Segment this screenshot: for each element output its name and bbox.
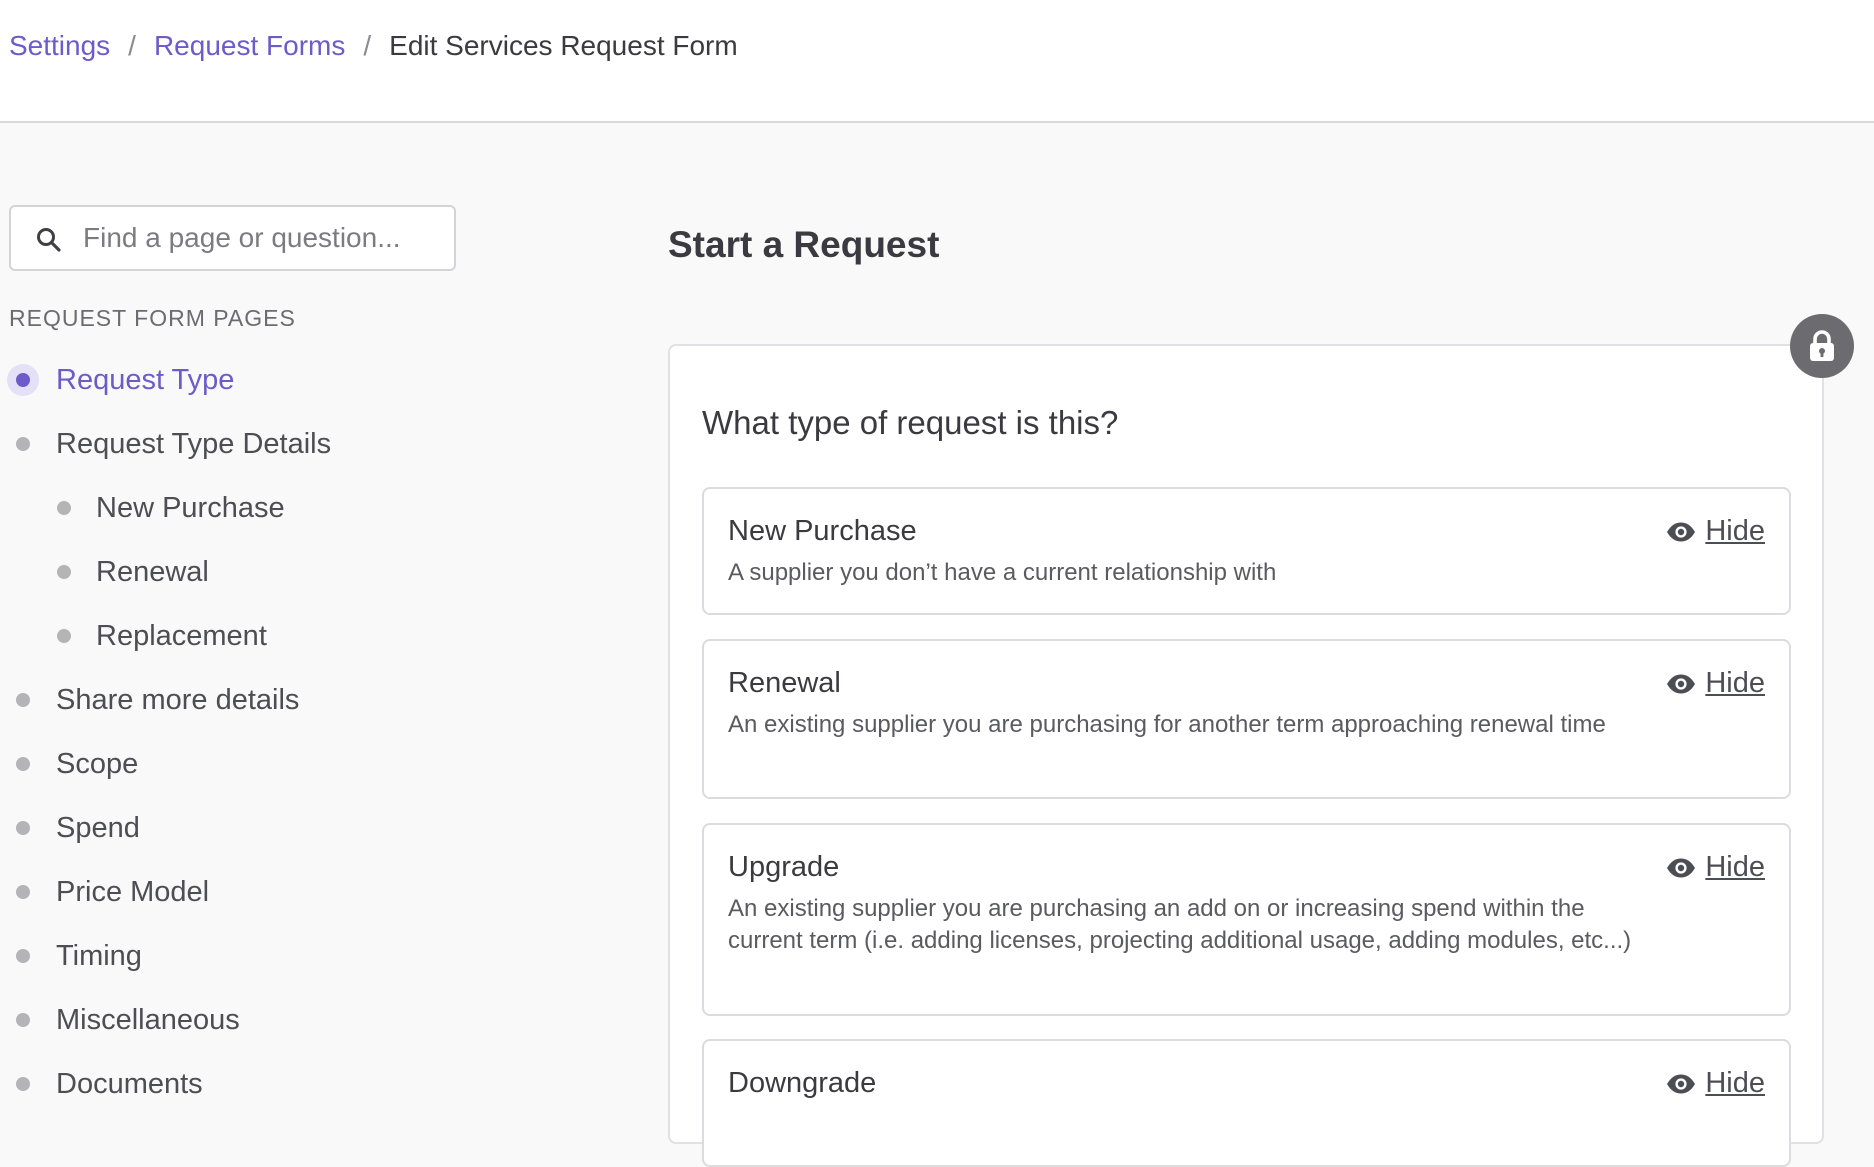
sidebar-item-label: Request Type xyxy=(56,363,235,396)
breadcrumb-separator: / xyxy=(128,30,136,61)
sidebar-item-share-more-details[interactable]: Share more details xyxy=(16,677,416,723)
page-title: Start a Request xyxy=(668,224,940,265)
breadcrumb: Settings / Request Forms / Edit Services… xyxy=(9,28,738,64)
lock-button[interactable] xyxy=(1790,314,1854,378)
breadcrumb-settings-link[interactable]: Settings xyxy=(9,28,110,64)
hide-toggle[interactable]: Hide xyxy=(1665,1067,1765,1100)
top-bar: Settings / Request Forms / Edit Services… xyxy=(0,0,1874,123)
option-upgrade[interactable]: Upgrade An existing supplier you are pur… xyxy=(702,823,1791,1016)
eye-icon xyxy=(1667,858,1696,877)
bullet-icon xyxy=(16,693,30,707)
breadcrumb-request-forms-link[interactable]: Request Forms xyxy=(154,28,345,64)
bullet-icon xyxy=(16,437,30,451)
bullet-icon xyxy=(16,949,30,963)
question-text: What type of request is this? xyxy=(702,404,1119,441)
sidebar-item-label: Timing xyxy=(56,939,142,972)
sidebar-item-label: Replacement xyxy=(96,619,267,652)
option-description: A supplier you don’t have a current rela… xyxy=(728,559,1277,586)
active-page-indicator xyxy=(7,364,39,396)
option-title: Downgrade xyxy=(728,1067,877,1099)
option-title: New Purchase xyxy=(728,515,917,547)
bullet-icon xyxy=(16,757,30,771)
hide-link[interactable]: Hide xyxy=(1705,1067,1765,1100)
breadcrumb-current-page: Edit Services Request Form xyxy=(389,30,738,61)
option-downgrade[interactable]: Downgrade Hide xyxy=(702,1039,1791,1167)
bullet-icon xyxy=(57,501,71,515)
hide-link[interactable]: Hide xyxy=(1705,667,1765,700)
sidebar-item-label: Price Model xyxy=(56,875,210,908)
hide-toggle[interactable]: Hide xyxy=(1665,851,1765,884)
sidebar-item-label: Request Type Details xyxy=(56,427,332,460)
bullet-icon xyxy=(16,373,30,387)
sidebar-item-documents[interactable]: Documents xyxy=(16,1061,416,1107)
sidebar-item-label: Scope xyxy=(56,747,139,780)
sidebar-item-price-model[interactable]: Price Model xyxy=(16,869,416,915)
search-input[interactable] xyxy=(83,207,443,269)
option-description: An existing supplier you are purchasing … xyxy=(728,711,1606,738)
bullet-icon xyxy=(57,629,71,643)
option-new-purchase[interactable]: New Purchase A supplier you don’t have a… xyxy=(702,487,1791,615)
sidebar-item-renewal[interactable]: Renewal xyxy=(57,549,417,595)
option-renewal[interactable]: Renewal An existing supplier you are pur… xyxy=(702,639,1791,799)
sidebar-item-miscellaneous[interactable]: Miscellaneous xyxy=(16,997,416,1043)
sidebar-item-new-purchase[interactable]: New Purchase xyxy=(57,485,417,531)
search-icon xyxy=(37,228,61,252)
lock-icon xyxy=(1810,330,1834,361)
sidebar-item-label: Documents xyxy=(56,1067,203,1100)
sidebar-item-request-type-details[interactable]: Request Type Details xyxy=(16,421,416,467)
sidebar-item-spend[interactable]: Spend xyxy=(16,805,416,851)
hide-link[interactable]: Hide xyxy=(1705,515,1765,548)
option-title: Renewal xyxy=(728,667,841,699)
bullet-icon xyxy=(57,565,71,579)
sidebar-item-scope[interactable]: Scope xyxy=(16,741,416,787)
eye-icon xyxy=(1667,674,1696,693)
eye-icon xyxy=(1667,1074,1696,1093)
sidebar-item-label: Miscellaneous xyxy=(56,1003,240,1036)
bullet-icon xyxy=(16,1013,30,1027)
sidebar-item-label: New Purchase xyxy=(96,491,285,524)
sidebar-item-replacement[interactable]: Replacement xyxy=(57,613,417,659)
request-form-pages-heading: REQUEST FORM PAGES xyxy=(9,305,296,331)
option-title: Upgrade xyxy=(728,851,840,883)
bullet-icon xyxy=(16,821,30,835)
sidebar-item-label: Spend xyxy=(56,811,140,844)
sidebar-item-label: Share more details xyxy=(56,683,300,716)
hide-toggle[interactable]: Hide xyxy=(1665,515,1765,548)
hide-link[interactable]: Hide xyxy=(1705,851,1765,884)
question-card: What type of request is this? New Purcha… xyxy=(668,344,1824,1167)
hide-toggle[interactable]: Hide xyxy=(1665,667,1765,700)
breadcrumb-separator: / xyxy=(363,30,372,61)
sidebar-item-label: Renewal xyxy=(96,555,209,588)
bullet-icon xyxy=(16,885,30,899)
sidebar-item-request-type[interactable]: Request Type xyxy=(7,357,307,403)
bullet-icon xyxy=(16,1077,30,1091)
search-box xyxy=(9,205,456,271)
sidebar-item-timing[interactable]: Timing xyxy=(16,933,416,979)
eye-icon xyxy=(1667,522,1696,541)
option-description: An existing supplier you are purchasing … xyxy=(728,895,1632,954)
